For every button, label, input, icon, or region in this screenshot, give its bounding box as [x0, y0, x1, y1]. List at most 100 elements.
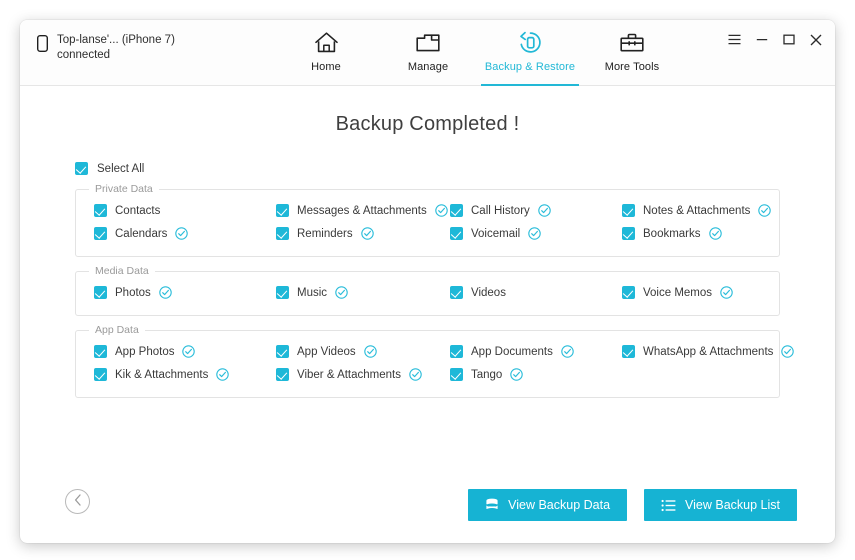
- button-label: View Backup List: [685, 498, 780, 512]
- data-groups: Private Data Contacts Messages & Attachmen…: [58, 183, 797, 398]
- item-checkbox[interactable]: [94, 286, 107, 299]
- data-row: Contacts Messages & Attachments Call Histo…: [94, 199, 772, 222]
- backup-complete-check-icon: [720, 286, 733, 299]
- item-checkbox[interactable]: [622, 204, 635, 217]
- tab-label: Manage: [407, 61, 449, 73]
- data-item-calendars[interactable]: Calendars: [94, 227, 276, 240]
- tab-home[interactable]: Home: [275, 20, 377, 86]
- data-item-bookmarks[interactable]: Bookmarks: [622, 227, 761, 240]
- backup-restore-icon: [517, 29, 544, 56]
- item-label: Voice Memos: [643, 286, 713, 299]
- item-checkbox[interactable]: [276, 227, 289, 240]
- backup-complete-check-icon: [159, 286, 172, 299]
- device-status-text: Top-lanse'... (iPhone 7) connected: [57, 34, 175, 61]
- device-status: Top-lanse'... (iPhone 7) connected: [36, 33, 175, 63]
- tab-label: More Tools: [604, 61, 660, 73]
- backup-complete-check-icon: [781, 345, 795, 358]
- main-content: Backup Completed ! Select All Private Da…: [20, 86, 835, 543]
- item-label: Kik & Attachments: [115, 368, 209, 381]
- item-label: Bookmarks: [643, 227, 701, 240]
- item-label: Notes & Attachments: [643, 204, 751, 217]
- item-checkbox[interactable]: [450, 368, 463, 381]
- folder-icon: [415, 29, 441, 56]
- data-row: Calendars Reminders Voicemail Bookmarks: [94, 222, 761, 245]
- select-all-checkbox[interactable]: [75, 162, 88, 175]
- main-navigation: Home Manage Backup & Restore More Tools: [275, 20, 683, 86]
- item-checkbox[interactable]: [622, 227, 635, 240]
- data-item-voicemail[interactable]: Voicemail: [450, 227, 622, 240]
- item-checkbox[interactable]: [622, 286, 635, 299]
- data-item-music[interactable]: Music: [276, 286, 450, 299]
- item-checkbox[interactable]: [450, 345, 463, 358]
- data-item-whatsapp-attachments[interactable]: WhatsApp & Attachments: [622, 345, 795, 358]
- item-checkbox[interactable]: [450, 286, 463, 299]
- tab-backup-and-restore[interactable]: Backup & Restore: [479, 20, 581, 86]
- backup-complete-check-icon: [538, 204, 551, 217]
- data-item-reminders[interactable]: Reminders: [276, 227, 450, 240]
- view-backup-data-button[interactable]: View Backup Data: [468, 489, 628, 521]
- data-row: Photos Music Videos Voice Memos: [94, 281, 761, 304]
- application-window: Top-lanse'... (iPhone 7) connected Home: [20, 20, 835, 543]
- tab-more-tools[interactable]: More Tools: [581, 20, 683, 86]
- item-label: Music: [297, 286, 328, 299]
- data-item-app-videos[interactable]: App Videos: [276, 345, 450, 358]
- item-checkbox[interactable]: [94, 368, 107, 381]
- item-checkbox[interactable]: [94, 227, 107, 240]
- list-icon: [661, 499, 676, 512]
- item-label: Tango: [471, 368, 503, 381]
- data-item-photos[interactable]: Photos: [94, 286, 276, 299]
- item-label: App Photos: [115, 345, 175, 358]
- hamburger-menu-icon[interactable]: [727, 32, 742, 47]
- title-bar: Top-lanse'... (iPhone 7) connected Home: [20, 20, 835, 86]
- data-item-videos[interactable]: Videos: [450, 286, 622, 299]
- group-legend: App Data: [89, 324, 145, 336]
- database-stack-icon: [485, 498, 499, 513]
- item-checkbox[interactable]: [622, 345, 635, 358]
- tab-manage[interactable]: Manage: [377, 20, 479, 86]
- group-legend: Private Data: [89, 183, 159, 195]
- data-group: Media Data Photos Music Videos Voice Memos: [75, 265, 780, 316]
- item-checkbox[interactable]: [276, 204, 289, 217]
- item-label: App Documents: [471, 345, 553, 358]
- select-all-row[interactable]: Select All: [75, 162, 144, 175]
- back-button[interactable]: [65, 489, 90, 514]
- data-item-viber-attachments[interactable]: Viber & Attachments: [276, 368, 450, 381]
- item-label: Contacts: [115, 204, 161, 217]
- item-checkbox[interactable]: [276, 286, 289, 299]
- data-item-tango[interactable]: Tango: [450, 368, 622, 381]
- item-label: Call History: [471, 204, 530, 217]
- backup-complete-check-icon: [528, 227, 541, 240]
- maximize-icon[interactable]: [781, 32, 796, 47]
- item-checkbox[interactable]: [450, 204, 463, 217]
- group-legend: Media Data: [89, 265, 155, 277]
- item-label: WhatsApp & Attachments: [643, 345, 774, 358]
- data-item-kik-attachments[interactable]: Kik & Attachments: [94, 368, 276, 381]
- backup-complete-check-icon: [708, 227, 722, 240]
- phone-icon: [36, 34, 49, 57]
- data-item-call-history[interactable]: Call History: [450, 204, 622, 217]
- data-group: App Data App Photos App Videos App Document…: [75, 324, 795, 398]
- button-label: View Backup Data: [508, 498, 611, 512]
- close-icon[interactable]: [808, 32, 823, 47]
- item-checkbox[interactable]: [94, 204, 107, 217]
- data-item-voice-memos[interactable]: Voice Memos: [622, 286, 761, 299]
- data-item-contacts[interactable]: Contacts: [94, 204, 276, 217]
- backup-complete-check-icon: [335, 286, 348, 299]
- action-buttons: View Backup Data View Backup List: [468, 489, 797, 521]
- item-label: Reminders: [297, 227, 353, 240]
- item-checkbox[interactable]: [450, 227, 463, 240]
- item-checkbox[interactable]: [94, 345, 107, 358]
- item-checkbox[interactable]: [276, 345, 289, 358]
- item-checkbox[interactable]: [276, 368, 289, 381]
- data-item-app-photos[interactable]: App Photos: [94, 345, 276, 358]
- backup-complete-check-icon: [409, 368, 422, 381]
- data-row: Kik & Attachments Viber & Attachments Tang…: [94, 363, 761, 386]
- item-label: Photos: [115, 286, 151, 299]
- data-item-app-documents[interactable]: App Documents: [450, 345, 622, 358]
- toolbox-icon: [619, 29, 645, 56]
- minimize-icon[interactable]: [754, 32, 769, 47]
- data-item-notes-attachments[interactable]: Notes & Attachments: [622, 204, 772, 217]
- data-item-messages-attachments[interactable]: Messages & Attachments: [276, 204, 450, 217]
- page-title: Backup Completed !: [335, 113, 520, 135]
- view-backup-list-button[interactable]: View Backup List: [644, 489, 797, 521]
